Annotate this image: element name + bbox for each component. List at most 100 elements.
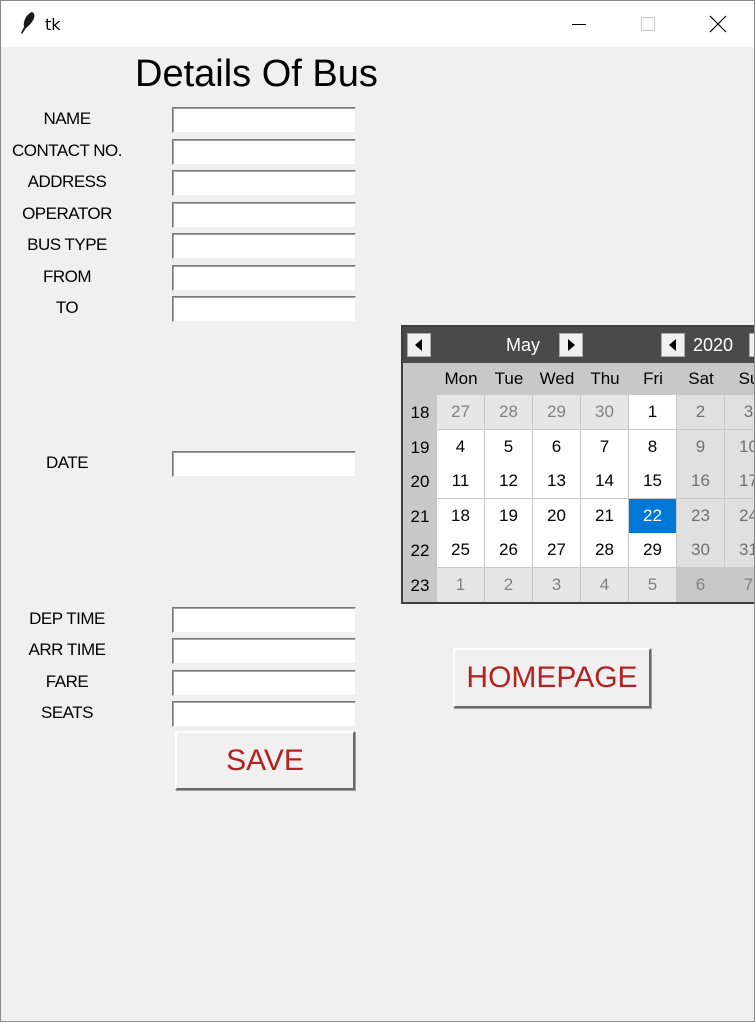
- fare-field[interactable]: [172, 670, 356, 696]
- date-field[interactable]: [172, 451, 356, 477]
- maximize-button[interactable]: [625, 1, 671, 47]
- calendar-day[interactable]: 13: [533, 464, 581, 499]
- calendar-day[interactable]: 9: [677, 429, 725, 465]
- dep-time-label: DEP TIME: [29, 609, 105, 628]
- week-number: 21: [403, 498, 437, 534]
- week-number: 22: [403, 533, 437, 568]
- calendar-day[interactable]: 2: [677, 395, 725, 430]
- calendar-day-selected[interactable]: 22: [629, 498, 677, 534]
- calendar-day[interactable]: 19: [485, 498, 533, 534]
- calendar-day[interactable]: 27: [437, 395, 485, 430]
- calendar-day[interactable]: 29: [629, 533, 677, 568]
- calendar-day[interactable]: 1: [437, 567, 485, 602]
- address-label: ADDRESS: [27, 172, 107, 191]
- calendar-day[interactable]: 7: [581, 429, 629, 465]
- close-icon: [709, 15, 727, 33]
- app-window: tk Details Of Bus NAME CONTACT NO. ADDRE…: [0, 0, 755, 1022]
- calendar-day[interactable]: 24: [725, 498, 754, 534]
- calendar-day[interactable]: 12: [485, 464, 533, 499]
- contact-field[interactable]: [172, 139, 356, 165]
- calendar-day[interactable]: 1: [629, 395, 677, 430]
- calendar-day[interactable]: 17: [725, 464, 754, 499]
- homepage-button[interactable]: HOMEPAGE: [453, 648, 651, 708]
- page-title: Details Of Bus: [135, 53, 378, 95]
- calendar-day[interactable]: 18: [437, 498, 485, 534]
- calendar-day[interactable]: 14: [581, 464, 629, 499]
- seats-label: SEATS: [41, 703, 93, 722]
- from-field[interactable]: [172, 265, 356, 291]
- calendar-day[interactable]: 21: [581, 498, 629, 534]
- address-field[interactable]: [172, 170, 356, 196]
- dep-time-field[interactable]: [172, 607, 356, 633]
- to-label: TO: [55, 298, 79, 317]
- prev-month-button[interactable]: [407, 333, 431, 357]
- minimize-icon: [572, 24, 586, 25]
- calendar-year: 2020: [693, 335, 734, 355]
- calendar-day[interactable]: 10: [725, 429, 754, 465]
- calendar-day[interactable]: 4: [581, 567, 629, 602]
- to-field[interactable]: [172, 296, 356, 322]
- calendar-day[interactable]: 30: [677, 533, 725, 568]
- week-number: 23: [403, 567, 437, 602]
- calendar-day[interactable]: 5: [629, 567, 677, 602]
- weekday-header: Mon Tue Wed Thu Fri Sat Su: [403, 363, 754, 395]
- next-year-button[interactable]: [749, 333, 754, 357]
- close-button[interactable]: [695, 1, 741, 47]
- next-month-button[interactable]: [559, 333, 583, 357]
- arrow-left-icon: [669, 339, 676, 351]
- calendar-day[interactable]: 20: [533, 498, 581, 534]
- prev-year-button[interactable]: [661, 333, 685, 357]
- bus-type-field[interactable]: [172, 233, 356, 259]
- weekday-label: Wed: [539, 369, 575, 388]
- arr-time-label: ARR TIME: [28, 640, 106, 659]
- calendar-day[interactable]: 29: [533, 395, 581, 430]
- operator-field[interactable]: [172, 202, 356, 228]
- calendar-day[interactable]: 5: [485, 429, 533, 465]
- calendar-day[interactable]: 28: [581, 533, 629, 568]
- arrow-right-icon: [568, 339, 575, 351]
- bus-type-label: BUS TYPE: [27, 235, 107, 254]
- name-field[interactable]: [172, 107, 356, 133]
- week-number: 18: [403, 395, 437, 430]
- calendar-day[interactable]: 7: [725, 567, 754, 602]
- arr-time-field[interactable]: [172, 638, 356, 664]
- calendar: May 2020 MonTueWedThuFriSatSu 1827282930…: [401, 325, 754, 604]
- calendar-day[interactable]: 2: [485, 567, 533, 602]
- operator-label: OPERATOR: [22, 204, 112, 223]
- calendar-day[interactable]: 16: [677, 464, 725, 499]
- save-button[interactable]: SAVE: [175, 731, 355, 790]
- week-number: 19: [403, 429, 437, 465]
- weekday-label: Su: [738, 369, 754, 388]
- calendar-day[interactable]: 8: [629, 429, 677, 465]
- calendar-day[interactable]: 4: [437, 429, 485, 465]
- calendar-day[interactable]: 26: [485, 533, 533, 568]
- calendar-day[interactable]: 30: [581, 395, 629, 430]
- contact-label: CONTACT NO.: [11, 141, 123, 160]
- week-number: 20: [403, 464, 437, 499]
- arrow-left-icon: [415, 339, 422, 351]
- calendar-day[interactable]: 3: [725, 395, 754, 430]
- calendar-day[interactable]: 27: [533, 533, 581, 568]
- title-bar[interactable]: tk: [1, 1, 754, 47]
- weekday-label: Tue: [494, 369, 524, 388]
- minimize-button[interactable]: [556, 1, 602, 47]
- name-label: NAME: [43, 109, 91, 128]
- weekday-label: Sat: [688, 369, 714, 388]
- calendar-day[interactable]: 6: [677, 567, 725, 602]
- calendar-day[interactable]: 31: [725, 533, 754, 568]
- maximize-icon: [641, 17, 655, 31]
- fare-label: FARE: [45, 672, 89, 691]
- calendar-day[interactable]: 15: [629, 464, 677, 499]
- weekday-label: Thu: [590, 369, 620, 388]
- date-label: DATE: [45, 453, 89, 472]
- calendar-day[interactable]: 28: [485, 395, 533, 430]
- calendar-day[interactable]: 25: [437, 533, 485, 568]
- calendar-day[interactable]: 11: [437, 464, 485, 499]
- weekday-label: Fri: [643, 369, 663, 388]
- feather-icon: [17, 11, 39, 35]
- calendar-day[interactable]: 23: [677, 498, 725, 534]
- calendar-day[interactable]: 6: [533, 429, 581, 465]
- calendar-day[interactable]: 3: [533, 567, 581, 602]
- seats-field[interactable]: [172, 701, 356, 727]
- weekday-label: Mon: [444, 369, 478, 388]
